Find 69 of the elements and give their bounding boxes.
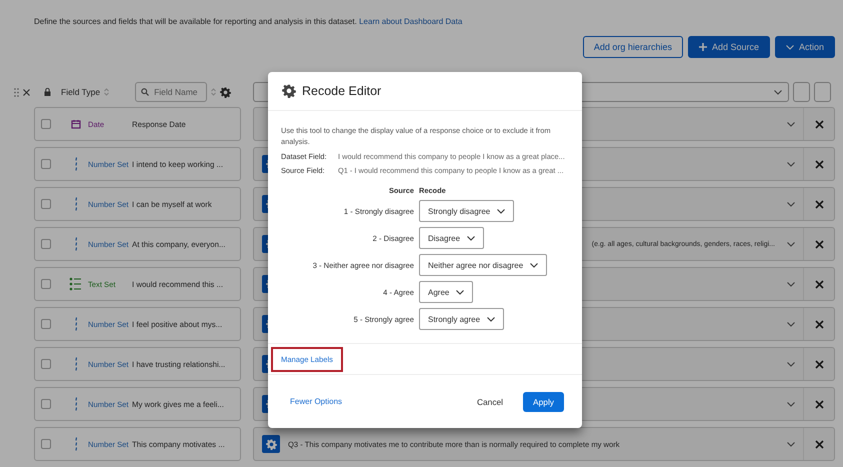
checkbox[interactable] — [41, 399, 51, 409]
apply-button[interactable]: Apply — [523, 392, 564, 412]
calendar-icon — [70, 119, 80, 129]
number-set-icon — [74, 437, 78, 451]
recode-dropdown[interactable]: Neither agree nor disagree — [419, 254, 548, 276]
chevron-down-icon — [487, 316, 496, 322]
recode-dropdown[interactable]: Disagree — [419, 227, 484, 249]
close-icon[interactable] — [814, 320, 824, 328]
chevron-down-icon — [787, 162, 795, 166]
number-set-icon — [74, 157, 78, 171]
chevron-down-icon — [530, 262, 538, 268]
sort-icon[interactable] — [104, 88, 110, 96]
close-icon[interactable] — [814, 160, 824, 168]
lock-icon — [44, 88, 51, 96]
chevron-down-icon — [497, 208, 506, 214]
checkbox[interactable] — [41, 199, 51, 209]
close-icon[interactable] — [814, 200, 824, 208]
checkbox[interactable] — [41, 239, 51, 249]
plus-icon — [698, 43, 707, 51]
list-icon — [69, 277, 82, 291]
chevron-down-icon — [787, 202, 795, 206]
chevron-down-icon — [787, 282, 795, 286]
recode-dropdown[interactable]: Agree — [419, 281, 474, 303]
number-set-icon — [74, 317, 78, 331]
close-icon[interactable] — [814, 280, 824, 288]
number-set-icon — [74, 357, 78, 371]
checkbox[interactable] — [41, 279, 51, 289]
chevron-down-icon — [786, 44, 794, 50]
checkbox[interactable] — [41, 359, 51, 369]
fewer-options-link[interactable]: Fewer Options — [290, 397, 342, 406]
settings-icon — [266, 438, 276, 450]
chevron-down-icon — [787, 242, 795, 246]
add-org-hierarchies-button[interactable]: Add org hierarchies — [582, 36, 683, 58]
chevron-down-icon — [774, 90, 782, 94]
recode-dropdown[interactable]: Strongly agree — [419, 308, 504, 330]
chevron-down-icon — [787, 122, 795, 126]
intro-text: Define the sources and fields that will be available for reporting and analysis in this dataset. Learn about Dashboard Data — [33, 17, 464, 26]
recode-dropdown[interactable]: Strongly disagree — [419, 200, 514, 222]
close-icon[interactable] — [23, 88, 30, 96]
checkbox[interactable] — [41, 439, 51, 449]
sort-icon[interactable] — [211, 88, 216, 96]
action-button[interactable]: Action — [774, 36, 835, 58]
close-icon[interactable] — [814, 440, 824, 448]
chevron-down-icon — [787, 322, 795, 326]
chevron-down-icon — [787, 402, 795, 406]
settings-icon — [220, 86, 232, 98]
close-icon[interactable] — [814, 360, 824, 368]
settings-button[interactable] — [262, 435, 280, 453]
field-type-header[interactable]: Field Type — [61, 87, 100, 97]
chevron-down-icon — [787, 362, 795, 366]
checkbox[interactable] — [41, 159, 51, 169]
chevron-down-icon — [787, 442, 795, 446]
settings-icon — [282, 84, 296, 98]
dialog-title: Recode Editor — [302, 84, 382, 98]
chevron-down-icon — [456, 290, 464, 294]
number-set-icon — [74, 397, 78, 411]
number-set-icon — [74, 197, 78, 211]
close-icon[interactable] — [814, 240, 824, 248]
field-name-search[interactable]: Field Name — [135, 82, 208, 102]
cancel-button[interactable]: Cancel — [470, 396, 510, 408]
close-icon[interactable] — [814, 120, 824, 128]
number-set-icon — [74, 237, 78, 251]
checkbox[interactable] — [41, 319, 51, 329]
close-icon[interactable] — [814, 400, 824, 408]
learn-more-link[interactable]: Learn about Dashboard Data — [359, 17, 462, 26]
drag-handle-icon[interactable] — [14, 88, 19, 96]
checkbox[interactable] — [41, 119, 51, 129]
add-source-button[interactable]: Add Source — [688, 36, 770, 58]
chevron-down-icon — [467, 236, 476, 240]
